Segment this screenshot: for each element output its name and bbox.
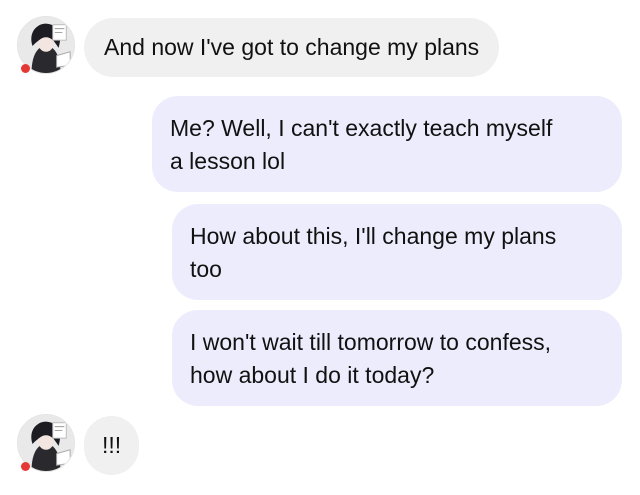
message-row: Me? Well, I can't exactly teach myself a…	[0, 96, 640, 192]
message-row: And now I've got to change my plans	[0, 0, 640, 90]
outgoing-message-bubble[interactable]: How about this, I'll change my plans too	[172, 204, 622, 300]
unread-dot-icon	[21, 64, 30, 73]
incoming-message-bubble[interactable]: !!!	[84, 416, 140, 475]
message-row: I won't wait till tomorrow to confess, h…	[0, 310, 640, 406]
unread-dot-icon	[21, 462, 30, 471]
message-row: !!!	[0, 400, 640, 495]
message-row: How about this, I'll change my plans too	[0, 204, 640, 300]
outgoing-message-bubble[interactable]: I won't wait till tomorrow to confess, h…	[172, 310, 622, 406]
outgoing-message-bubble[interactable]: Me? Well, I can't exactly teach myself a…	[152, 96, 622, 192]
incoming-message-bubble[interactable]: And now I've got to change my plans	[84, 18, 500, 77]
